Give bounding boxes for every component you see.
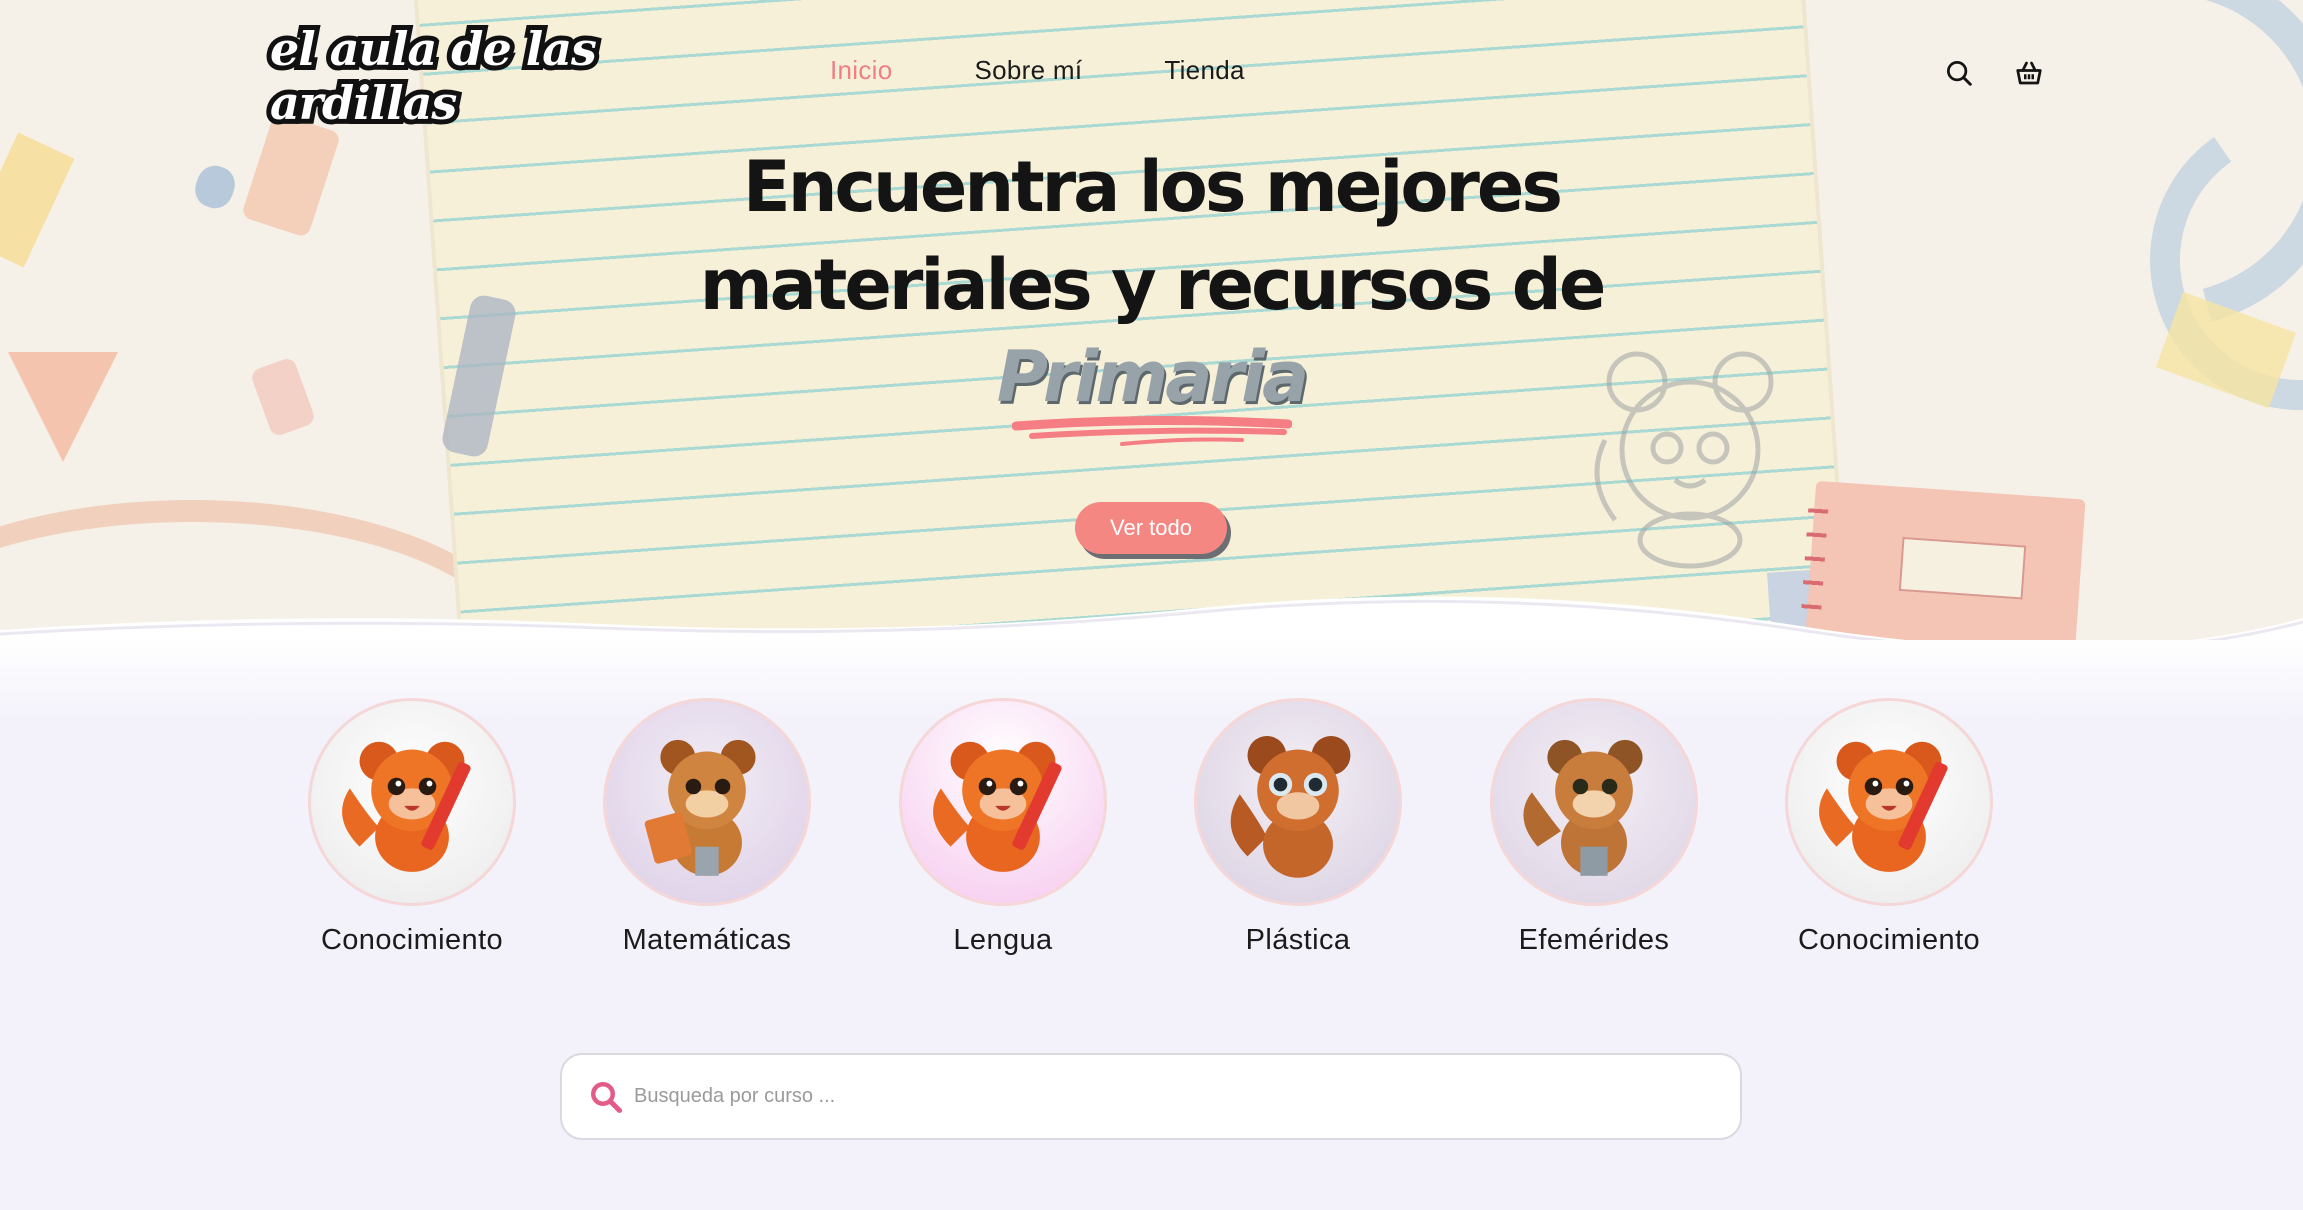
basket-icon[interactable] — [2014, 58, 2044, 88]
hero-title-highlight: Primaria — [996, 336, 1310, 418]
nav-item-tienda[interactable]: Tienda — [1164, 55, 1244, 86]
category-avatar[interactable] — [308, 698, 516, 906]
squirrel-icon — [1230, 735, 1351, 878]
category-lengua[interactable]: Lengua — [873, 698, 1133, 957]
nav-item-inicio[interactable]: Inicio — [830, 55, 893, 86]
category-avatar[interactable] — [1194, 698, 1402, 906]
category-efemerides[interactable]: Efemérides — [1464, 698, 1724, 957]
category-avatar[interactable] — [603, 698, 811, 906]
category-label: Lengua — [953, 924, 1053, 956]
category-label: Conocimiento — [1797, 924, 1981, 956]
category-label: Matemáticas — [622, 924, 792, 956]
site-logo[interactable]: el aula de las ardillas — [265, 17, 670, 135]
brush-underline — [1012, 415, 1292, 446]
hero-title-line-2: materiales y recursos de — [699, 244, 1607, 326]
category-label: Plástica — [1245, 924, 1351, 956]
category-avatar[interactable] — [899, 698, 1107, 906]
squirrel-pencil-icon — [1819, 741, 1948, 872]
category-avatar[interactable] — [1490, 698, 1698, 906]
nav-item-sobre-mi[interactable]: Sobre mí — [975, 55, 1083, 86]
category-avatar[interactable] — [1785, 698, 1993, 906]
search-icon[interactable] — [1944, 58, 1974, 88]
category-label: Conocimiento — [320, 924, 504, 956]
hero-title-line-1: Encuentra los mejores — [742, 146, 1563, 228]
ver-todo-button[interactable]: Ver todo — [1075, 502, 1227, 554]
course-search-bar[interactable] — [560, 1053, 1742, 1140]
nav-actions — [1944, 58, 2044, 88]
main-nav: Inicio Sobre mí Tienda — [830, 55, 1245, 86]
squirrel-pencil-icon — [342, 741, 471, 872]
category-label: Efemérides — [1518, 924, 1670, 956]
category-plastica[interactable]: Plástica — [1168, 698, 1428, 957]
category-matematicas[interactable]: Matemáticas — [577, 698, 837, 957]
squirrel-icon — [1523, 739, 1643, 876]
squirrel-pencil-icon — [933, 741, 1062, 872]
logo-text: el aula de las ardillas — [265, 17, 602, 135]
squirrel-reading-icon — [644, 739, 756, 876]
category-conocimiento[interactable]: Conocimiento — [282, 698, 542, 957]
search-icon[interactable] — [588, 1079, 624, 1115]
category-conocimiento-2[interactable]: Conocimiento — [1759, 698, 2019, 957]
course-search-input[interactable] — [632, 1084, 1636, 1109]
